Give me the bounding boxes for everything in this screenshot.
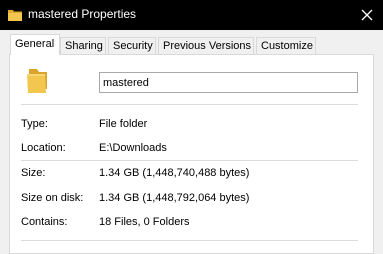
size-on-disk-value: 1.34 GB (1,448,792,064 bytes) (99, 192, 250, 204)
tab-previous-versions[interactable]: Previous Versions (158, 37, 254, 54)
close-button[interactable] (351, 0, 383, 30)
type-value: File folder (99, 118, 148, 130)
type-label: Type: (21, 118, 48, 130)
size-on-disk-label: Size on disk: (21, 192, 84, 204)
divider (21, 104, 358, 105)
location-label: Location: (21, 142, 66, 154)
location-value: E:\Downloads (99, 142, 167, 154)
contains-value: 18 Files, 0 Folders (99, 216, 190, 228)
divider (21, 240, 358, 241)
divider (21, 160, 358, 161)
size-label: Size: (21, 167, 46, 179)
tab-sharing[interactable]: Sharing (60, 37, 106, 54)
size-value: 1.34 GB (1,448,740,488 bytes) (99, 167, 250, 179)
tab-security[interactable]: Security (108, 37, 156, 54)
folder-icon (8, 10, 22, 21)
folder-name-input[interactable] (99, 72, 358, 93)
contains-label: Contains: (21, 216, 68, 228)
tab-general[interactable]: General (10, 34, 60, 55)
window-title: mastered Properties (28, 7, 137, 21)
tab-customize[interactable]: Customize (256, 37, 316, 54)
close-icon (361, 9, 373, 21)
title-bar: mastered Properties (0, 0, 383, 30)
folder-icon (27, 69, 47, 93)
